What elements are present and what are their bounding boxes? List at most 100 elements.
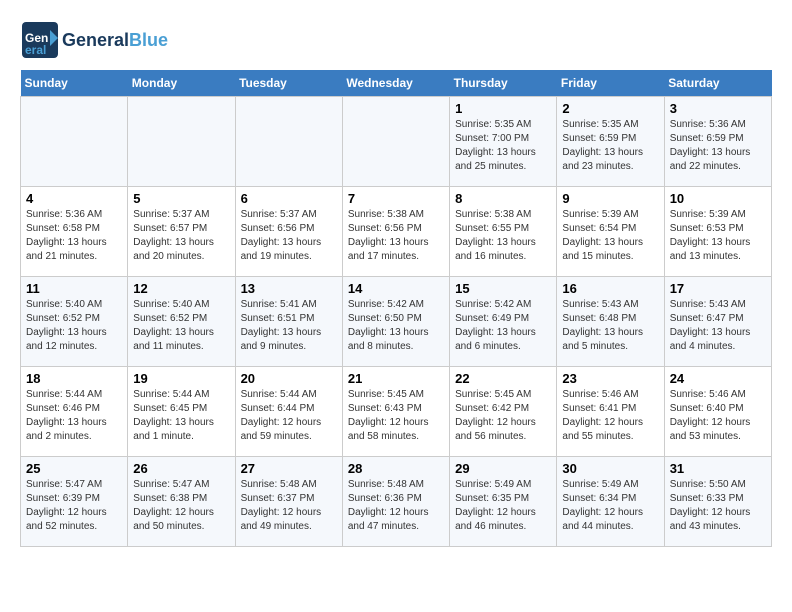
header-friday: Friday xyxy=(557,70,664,97)
calendar-cell xyxy=(128,97,235,187)
day-number: 30 xyxy=(562,461,658,476)
day-info: Sunrise: 5:44 AM Sunset: 6:46 PM Dayligh… xyxy=(26,388,122,444)
page-header: Gen eral GeneralBlue xyxy=(20,20,772,60)
day-info: Sunrise: 5:37 AM Sunset: 6:57 PM Dayligh… xyxy=(133,208,229,264)
calendar-cell: 24 Sunrise: 5:46 AM Sunset: 6:40 PM Dayli… xyxy=(664,367,771,457)
header-wednesday: Wednesday xyxy=(342,70,449,97)
header-sunday: Sunday xyxy=(21,70,128,97)
calendar-cell: 19Sunrise: 5:44 AM Sunset: 6:45 PM Dayli… xyxy=(128,367,235,457)
calendar-cell: 9 Sunrise: 5:39 AM Sunset: 6:54 PM Daylig… xyxy=(557,187,664,277)
day-info: Sunrise: 5:46 AM Sunset: 6:40 PM Dayligh… xyxy=(670,388,766,444)
day-number: 31 xyxy=(670,461,766,476)
day-info: Sunrise: 5:39 AM Sunset: 6:53 PM Dayligh… xyxy=(670,208,766,264)
day-number: 4 xyxy=(26,191,122,206)
week-row-4: 18 Sunrise: 5:44 AM Sunset: 6:46 PM Dayli… xyxy=(21,367,772,457)
calendar-cell: 8 Sunrise: 5:38 AM Sunset: 6:55 PM Daylig… xyxy=(450,187,557,277)
day-info: Sunrise: 5:35 AM Sunset: 7:00 PM Dayligh… xyxy=(455,118,551,174)
calendar-cell: 18 Sunrise: 5:44 AM Sunset: 6:46 PM Dayli… xyxy=(21,367,128,457)
day-info: Sunrise: 5:49 AM Sunset: 6:35 PM Dayligh… xyxy=(455,478,551,534)
day-info: Sunrise: 5:38 AM Sunset: 6:55 PM Dayligh… xyxy=(455,208,551,264)
calendar-cell xyxy=(235,97,342,187)
day-info: Sunrise: 5:40 AM Sunset: 6:52 PM Dayligh… xyxy=(133,298,229,354)
calendar-cell: 20 Sunrise: 5:44 AM Sunset: 6:44 PM Dayli… xyxy=(235,367,342,457)
calendar-cell: 23Sunrise: 5:46 AM Sunset: 6:41 PM Dayli… xyxy=(557,367,664,457)
day-number: 26 xyxy=(133,461,229,476)
calendar-cell: 30 Sunrise: 5:49 AM Sunset: 6:34 PM Dayli… xyxy=(557,457,664,547)
week-row-3: 11 Sunrise: 5:40 AM Sunset: 6:52 PM Dayli… xyxy=(21,277,772,367)
logo: Gen eral GeneralBlue xyxy=(20,20,168,60)
day-number: 20 xyxy=(241,371,337,386)
day-info: Sunrise: 5:41 AM Sunset: 6:51 PM Dayligh… xyxy=(241,298,337,354)
day-number: 24 xyxy=(670,371,766,386)
day-number: 14 xyxy=(348,281,444,296)
day-info: Sunrise: 5:36 AM Sunset: 6:58 PM Dayligh… xyxy=(26,208,122,264)
day-number: 6 xyxy=(241,191,337,206)
day-number: 29 xyxy=(455,461,551,476)
calendar-header: SundayMondayTuesdayWednesdayThursdayFrid… xyxy=(21,70,772,97)
logo-text: GeneralBlue xyxy=(62,30,168,51)
day-info: Sunrise: 5:39 AM Sunset: 6:54 PM Dayligh… xyxy=(562,208,658,264)
logo-icon: Gen eral xyxy=(20,20,60,60)
calendar-cell: 7 Sunrise: 5:38 AM Sunset: 6:56 PM Daylig… xyxy=(342,187,449,277)
day-number: 5 xyxy=(133,191,229,206)
day-info: Sunrise: 5:40 AM Sunset: 6:52 PM Dayligh… xyxy=(26,298,122,354)
header-row: SundayMondayTuesdayWednesdayThursdayFrid… xyxy=(21,70,772,97)
day-info: Sunrise: 5:47 AM Sunset: 6:38 PM Dayligh… xyxy=(133,478,229,534)
calendar-cell: 3 Sunrise: 5:36 AM Sunset: 6:59 PM Daylig… xyxy=(664,97,771,187)
day-info: Sunrise: 5:44 AM Sunset: 6:44 PM Dayligh… xyxy=(241,388,337,444)
day-number: 9 xyxy=(562,191,658,206)
day-info: Sunrise: 5:45 AM Sunset: 6:42 PM Dayligh… xyxy=(455,388,551,444)
calendar-cell: 25Sunrise: 5:47 AM Sunset: 6:39 PM Dayli… xyxy=(21,457,128,547)
day-info: Sunrise: 5:38 AM Sunset: 6:56 PM Dayligh… xyxy=(348,208,444,264)
calendar-cell: 26 Sunrise: 5:47 AM Sunset: 6:38 PM Dayli… xyxy=(128,457,235,547)
day-info: Sunrise: 5:35 AM Sunset: 6:59 PM Dayligh… xyxy=(562,118,658,174)
calendar-cell: 2 Sunrise: 5:35 AM Sunset: 6:59 PM Daylig… xyxy=(557,97,664,187)
calendar-cell: 14Sunrise: 5:42 AM Sunset: 6:50 PM Dayli… xyxy=(342,277,449,367)
calendar-cell xyxy=(342,97,449,187)
calendar-cell xyxy=(21,97,128,187)
day-info: Sunrise: 5:47 AM Sunset: 6:39 PM Dayligh… xyxy=(26,478,122,534)
calendar-cell: 6 Sunrise: 5:37 AM Sunset: 6:56 PM Daylig… xyxy=(235,187,342,277)
day-number: 21 xyxy=(348,371,444,386)
day-info: Sunrise: 5:46 AM Sunset: 6:41 PM Dayligh… xyxy=(562,388,658,444)
calendar-cell: 10Sunrise: 5:39 AM Sunset: 6:53 PM Dayli… xyxy=(664,187,771,277)
svg-text:eral: eral xyxy=(25,43,46,57)
day-number: 8 xyxy=(455,191,551,206)
header-saturday: Saturday xyxy=(664,70,771,97)
day-number: 28 xyxy=(348,461,444,476)
day-info: Sunrise: 5:42 AM Sunset: 6:49 PM Dayligh… xyxy=(455,298,551,354)
calendar-cell: 11 Sunrise: 5:40 AM Sunset: 6:52 PM Dayli… xyxy=(21,277,128,367)
day-number: 11 xyxy=(26,281,122,296)
calendar-cell: 4 Sunrise: 5:36 AM Sunset: 6:58 PM Daylig… xyxy=(21,187,128,277)
calendar-cell: 5 Sunrise: 5:37 AM Sunset: 6:57 PM Daylig… xyxy=(128,187,235,277)
day-info: Sunrise: 5:48 AM Sunset: 6:36 PM Dayligh… xyxy=(348,478,444,534)
day-number: 22 xyxy=(455,371,551,386)
calendar-cell: 31 Sunrise: 5:50 AM Sunset: 6:33 PM Dayli… xyxy=(664,457,771,547)
calendar-cell: 29 Sunrise: 5:49 AM Sunset: 6:35 PM Dayli… xyxy=(450,457,557,547)
calendar-cell: 27 Sunrise: 5:48 AM Sunset: 6:37 PM Dayli… xyxy=(235,457,342,547)
day-number: 16 xyxy=(562,281,658,296)
day-number: 7 xyxy=(348,191,444,206)
day-number: 12 xyxy=(133,281,229,296)
calendar-cell: 21Sunrise: 5:45 AM Sunset: 6:43 PM Dayli… xyxy=(342,367,449,457)
day-number: 3 xyxy=(670,101,766,116)
day-info: Sunrise: 5:49 AM Sunset: 6:34 PM Dayligh… xyxy=(562,478,658,534)
week-row-5: 25Sunrise: 5:47 AM Sunset: 6:39 PM Dayli… xyxy=(21,457,772,547)
day-number: 18 xyxy=(26,371,122,386)
day-number: 1 xyxy=(455,101,551,116)
day-info: Sunrise: 5:44 AM Sunset: 6:45 PM Dayligh… xyxy=(133,388,229,444)
calendar-cell: 16 Sunrise: 5:43 AM Sunset: 6:48 PM Dayli… xyxy=(557,277,664,367)
calendar-cell: 15Sunrise: 5:42 AM Sunset: 6:49 PM Dayli… xyxy=(450,277,557,367)
header-thursday: Thursday xyxy=(450,70,557,97)
day-info: Sunrise: 5:50 AM Sunset: 6:33 PM Dayligh… xyxy=(670,478,766,534)
day-number: 17 xyxy=(670,281,766,296)
day-number: 2 xyxy=(562,101,658,116)
calendar-cell: 13Sunrise: 5:41 AM Sunset: 6:51 PM Dayli… xyxy=(235,277,342,367)
day-info: Sunrise: 5:36 AM Sunset: 6:59 PM Dayligh… xyxy=(670,118,766,174)
day-info: Sunrise: 5:43 AM Sunset: 6:48 PM Dayligh… xyxy=(562,298,658,354)
day-info: Sunrise: 5:43 AM Sunset: 6:47 PM Dayligh… xyxy=(670,298,766,354)
day-number: 27 xyxy=(241,461,337,476)
day-info: Sunrise: 5:48 AM Sunset: 6:37 PM Dayligh… xyxy=(241,478,337,534)
day-info: Sunrise: 5:37 AM Sunset: 6:56 PM Dayligh… xyxy=(241,208,337,264)
calendar-body: 1 Sunrise: 5:35 AM Sunset: 7:00 PM Daylig… xyxy=(21,97,772,547)
